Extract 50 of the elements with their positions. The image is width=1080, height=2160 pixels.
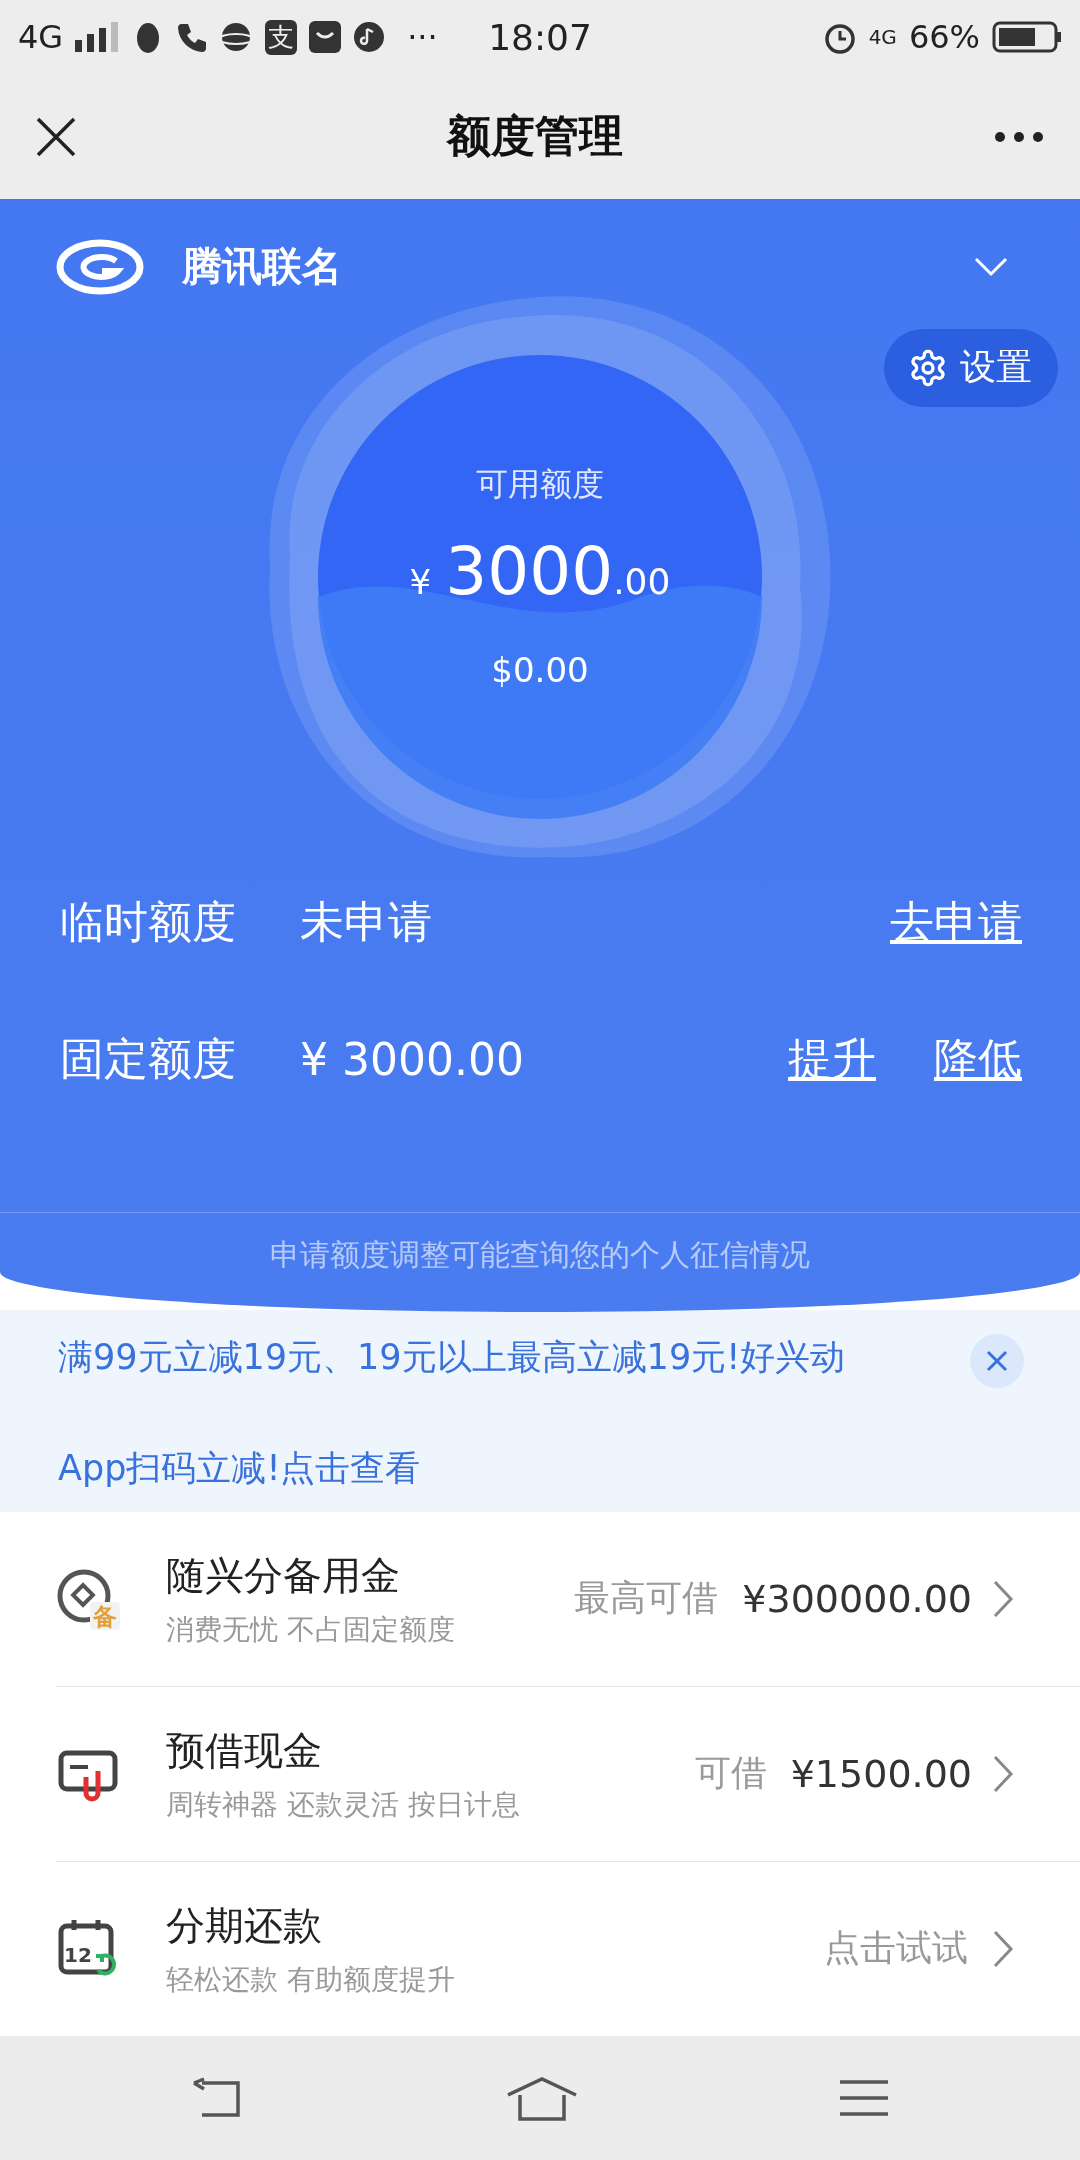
chevron-down-icon[interactable] (974, 256, 1008, 277)
available-label: 可用额度 (476, 464, 604, 506)
menu-icon[interactable] (838, 2077, 890, 2118)
limit-label: 固定额度 (60, 1031, 237, 1086)
limit-value: ¥ 3000.00 (300, 1033, 525, 1085)
settings-button[interactable]: 设置 (884, 328, 1058, 407)
action-link[interactable]: 降低 (934, 1029, 1022, 1089)
battery-percent: 66% (908, 18, 980, 57)
chevron-right-icon (992, 1578, 1014, 1619)
promo-text: App扫码立减!点击查看 (58, 1446, 422, 1490)
clock-time: 18:07 (488, 16, 592, 58)
product-label: 最高可借 (574, 1576, 719, 1621)
card-name: 腾讯联名 (182, 242, 343, 292)
product-title: 分期还款 (166, 1901, 323, 1950)
page-title: 额度管理 (447, 109, 623, 164)
product-title: 随兴分备用金 (166, 1551, 401, 1600)
product-amount: ¥300000.00 (742, 1576, 972, 1621)
music-icon (353, 21, 386, 54)
promo-text: 满99元立减19元、19元以上最高立减19元!好兴动 (58, 1335, 847, 1379)
close-icon[interactable] (36, 116, 76, 157)
available-amount: ¥ 3000.00 (409, 533, 671, 611)
network-label: 4G (868, 25, 897, 50)
product-subtitle: 轻松还款 有助额度提升 (166, 1961, 456, 1998)
card-logo-icon (56, 238, 144, 295)
product-title: 预借现金 (166, 1726, 323, 1775)
credit-check-note: 申请额度调整可能查询您的个人征信情况 (270, 1235, 810, 1274)
limit-value: 未申请 (300, 894, 433, 949)
action-link[interactable]: 提升 (788, 1029, 876, 1089)
more-icon[interactable] (994, 130, 1044, 143)
close-icon (985, 1348, 1009, 1373)
network-label: 4G (18, 18, 64, 57)
more-notifications: ··· (407, 18, 438, 57)
usd-amount: $0.00 (491, 650, 589, 691)
action-link[interactable]: 去申请 (890, 892, 1022, 952)
limit-label: 临时额度 (60, 894, 237, 949)
product-subtitle: 周转神器 还款灵活 按日计息 (166, 1786, 521, 1823)
chevron-right-icon (992, 1928, 1014, 1969)
phone-icon (175, 21, 208, 54)
home-icon[interactable] (506, 2074, 578, 2121)
product-subtitle: 消费无忧 不占固定额度 (166, 1611, 456, 1648)
product-row[interactable]: 12 分期还款 轻松还款 有助额度提升 点击试试 (56, 1861, 1080, 2036)
settings-icon (908, 347, 948, 388)
chevron-right-icon (992, 1753, 1014, 1794)
battery-icon (992, 21, 1062, 54)
product-label: 点击试试 (824, 1926, 968, 1971)
app-badge: 支 (265, 19, 298, 55)
product-row[interactable]: 备 随兴分备用金 消费无忧 不占固定额度 最高可借 ¥300000.00 (56, 1511, 1080, 1687)
product-row[interactable]: 预借现金 周转神器 还款灵活 按日计息 可借 ¥1500.00 (56, 1686, 1080, 1862)
product-label: 可借 (694, 1751, 767, 1796)
product-amount: ¥1500.00 (790, 1751, 972, 1796)
